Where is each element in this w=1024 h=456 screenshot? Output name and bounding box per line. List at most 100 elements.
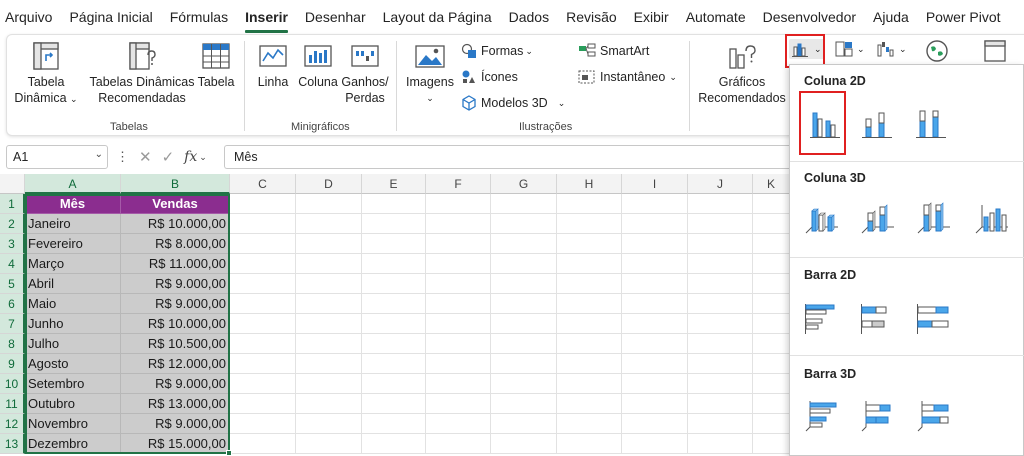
column-header-g[interactable]: G xyxy=(491,174,557,194)
row-header[interactable]: 7 xyxy=(0,314,25,334)
month-cell[interactable]: Fevereiro xyxy=(25,234,121,254)
select-all-corner[interactable] xyxy=(0,174,25,194)
empty-cell[interactable] xyxy=(557,314,622,334)
more-options-icon[interactable]: ⋮ xyxy=(116,149,129,165)
empty-cell[interactable] xyxy=(296,214,362,234)
sales-cell[interactable]: R$ 9.000,00 xyxy=(121,294,230,314)
tab-formulas[interactable]: Fórmulas xyxy=(170,9,228,25)
empty-cell[interactable] xyxy=(362,434,426,454)
empty-cell[interactable] xyxy=(426,414,491,434)
sales-cell[interactable]: R$ 8.000,00 xyxy=(121,234,230,254)
empty-cell[interactable] xyxy=(296,314,362,334)
empty-cell[interactable] xyxy=(426,274,491,294)
empty-cell[interactable] xyxy=(688,234,753,254)
instantaneo-button[interactable]: Instantâneo ⌄ xyxy=(578,69,677,85)
empty-cell[interactable] xyxy=(753,374,790,394)
empty-cell[interactable] xyxy=(688,194,753,214)
tab-pagina-inicial[interactable]: Página Inicial xyxy=(69,9,152,25)
row-header[interactable]: 8 xyxy=(0,334,25,354)
column-header-i[interactable]: I xyxy=(622,174,688,194)
empty-cell[interactable] xyxy=(622,194,688,214)
empty-cell[interactable] xyxy=(296,254,362,274)
month-cell[interactable]: Junho xyxy=(25,314,121,334)
sparkline-linha-button[interactable]: Linha xyxy=(254,41,292,90)
sales-cell[interactable]: R$ 9.000,00 xyxy=(121,274,230,294)
empty-cell[interactable] xyxy=(491,414,557,434)
sales-cell[interactable]: R$ 15.000,00 xyxy=(121,434,230,454)
empty-cell[interactable] xyxy=(230,214,296,234)
empty-cell[interactable] xyxy=(622,214,688,234)
row-header[interactable]: 13 xyxy=(0,434,25,454)
empty-cell[interactable] xyxy=(426,374,491,394)
tab-layout-da-pagina[interactable]: Layout da Página xyxy=(383,9,492,25)
row-header[interactable]: 2 xyxy=(0,214,25,234)
empty-cell[interactable] xyxy=(491,354,557,374)
cancel-icon[interactable]: ✕ xyxy=(139,148,152,166)
empty-cell[interactable] xyxy=(426,234,491,254)
tab-exibir[interactable]: Exibir xyxy=(634,9,669,25)
column-header-h[interactable]: H xyxy=(557,174,622,194)
empty-cell[interactable] xyxy=(557,354,622,374)
column-header-a[interactable]: A xyxy=(25,174,121,194)
modelos-3d-button[interactable]: Modelos 3D ⌄ xyxy=(461,95,565,111)
empty-cell[interactable] xyxy=(491,394,557,414)
clustered-bar-option[interactable] xyxy=(800,297,844,341)
empty-cell[interactable] xyxy=(688,314,753,334)
empty-cell[interactable] xyxy=(688,394,753,414)
3d-100-stacked-bar-option[interactable] xyxy=(912,395,956,439)
tab-arquivo[interactable]: Arquivo xyxy=(5,9,52,25)
empty-cell[interactable] xyxy=(622,274,688,294)
empty-cell[interactable] xyxy=(622,374,688,394)
100-stacked-column-option[interactable] xyxy=(910,101,954,145)
empty-cell[interactable] xyxy=(622,334,688,354)
month-cell[interactable]: Janeiro xyxy=(25,214,121,234)
empty-cell[interactable] xyxy=(688,274,753,294)
empty-cell[interactable] xyxy=(230,414,296,434)
empty-cell[interactable] xyxy=(362,194,426,214)
empty-cell[interactable] xyxy=(491,434,557,454)
empty-cell[interactable] xyxy=(491,214,557,234)
empty-cell[interactable] xyxy=(557,294,622,314)
empty-cell[interactable] xyxy=(622,434,688,454)
row-header[interactable]: 5 xyxy=(0,274,25,294)
empty-cell[interactable] xyxy=(362,274,426,294)
empty-cell[interactable] xyxy=(296,434,362,454)
month-cell[interactable]: Agosto xyxy=(25,354,121,374)
empty-cell[interactable] xyxy=(362,214,426,234)
sales-cell[interactable]: R$ 10.000,00 xyxy=(121,314,230,334)
empty-cell[interactable] xyxy=(753,214,790,234)
row-header[interactable]: 3 xyxy=(0,234,25,254)
empty-cell[interactable] xyxy=(362,294,426,314)
insert-waterfall-chart-button[interactable]: ⌄ xyxy=(877,41,907,57)
empty-cell[interactable] xyxy=(753,274,790,294)
empty-cell[interactable] xyxy=(491,234,557,254)
empty-cell[interactable] xyxy=(688,214,753,234)
3d-stacked-column-option[interactable] xyxy=(856,197,900,241)
empty-cell[interactable] xyxy=(753,414,790,434)
sales-cell[interactable]: R$ 9.000,00 xyxy=(121,374,230,394)
chevron-down-icon[interactable]: ⌄ xyxy=(95,149,103,160)
3d-clustered-bar-option[interactable] xyxy=(800,395,844,439)
empty-cell[interactable] xyxy=(557,374,622,394)
empty-cell[interactable] xyxy=(426,354,491,374)
empty-cell[interactable] xyxy=(230,294,296,314)
column-header-d[interactable]: D xyxy=(296,174,362,194)
3d-column-option[interactable] xyxy=(970,197,1014,241)
row-header[interactable]: 4 xyxy=(0,254,25,274)
empty-cell[interactable] xyxy=(296,234,362,254)
empty-cell[interactable] xyxy=(557,234,622,254)
month-cell[interactable]: Novembro xyxy=(25,414,121,434)
formas-button[interactable]: Formas ⌄ xyxy=(461,43,533,59)
insert-function-icon[interactable]: fx xyxy=(184,149,197,165)
empty-cell[interactable] xyxy=(426,254,491,274)
empty-cell[interactable] xyxy=(230,434,296,454)
empty-cell[interactable] xyxy=(688,354,753,374)
smartart-button[interactable]: SmartArt xyxy=(578,43,649,59)
empty-cell[interactable] xyxy=(622,234,688,254)
sales-cell[interactable]: R$ 10.500,00 xyxy=(121,334,230,354)
empty-cell[interactable] xyxy=(622,354,688,374)
empty-cell[interactable] xyxy=(491,194,557,214)
fill-handle[interactable] xyxy=(226,450,232,456)
insert-hierarchy-chart-button[interactable]: ⌄ xyxy=(835,41,865,57)
empty-cell[interactable] xyxy=(753,314,790,334)
